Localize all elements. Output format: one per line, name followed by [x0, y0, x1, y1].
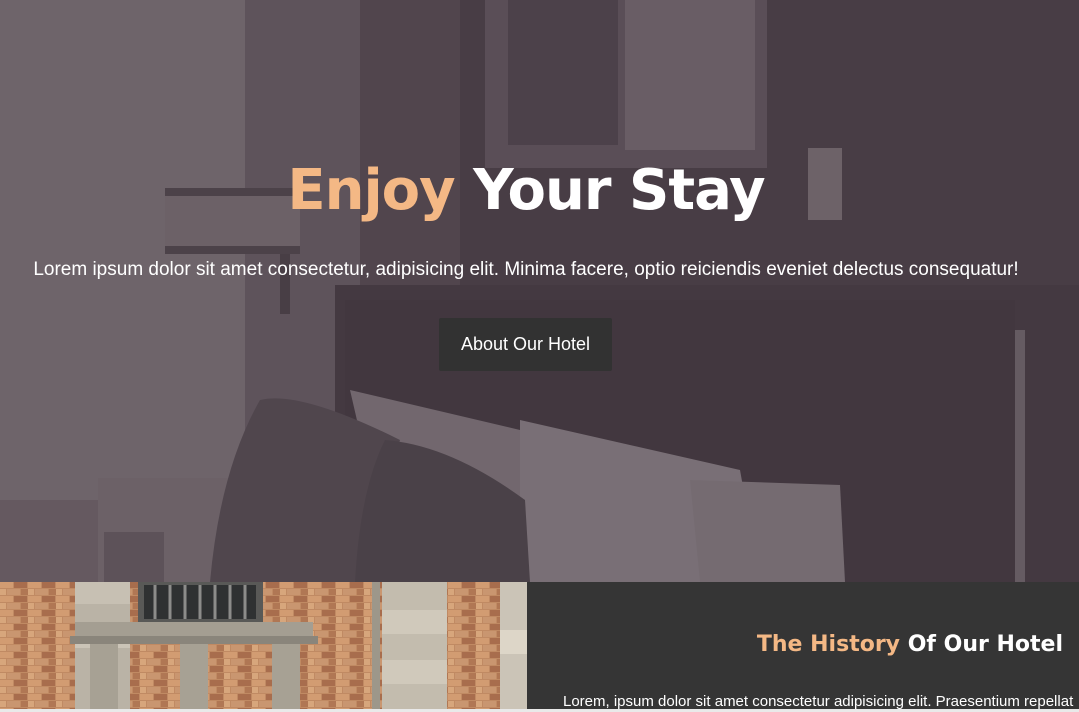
- history-panel: The History Of Our Hotel Lorem, ipsum do…: [527, 582, 1079, 712]
- about-hotel-button[interactable]: About Our Hotel: [439, 318, 612, 371]
- hero-title-accent: Enjoy: [287, 158, 455, 223]
- history-text: Lorem, ipsum dolor sit amet consectetur …: [563, 693, 1074, 710]
- hero-section: Enjoy Your Stay Lorem ipsum dolor sit am…: [0, 0, 1079, 582]
- hotel-building-image: [0, 582, 527, 712]
- hero-title: Enjoy Your Stay: [0, 158, 1052, 223]
- history-section: The History Of Our Hotel Lorem, ipsum do…: [0, 582, 1079, 712]
- hero-overlay: [0, 0, 1079, 582]
- history-title-rest: Of Our Hotel: [907, 632, 1063, 657]
- hero-subtitle: Lorem ipsum dolor sit amet consectetur, …: [33, 259, 1019, 280]
- history-title-accent: The History: [756, 632, 901, 657]
- hero-title-rest: Your Stay: [473, 158, 766, 223]
- history-title: The History Of Our Hotel: [757, 632, 1063, 657]
